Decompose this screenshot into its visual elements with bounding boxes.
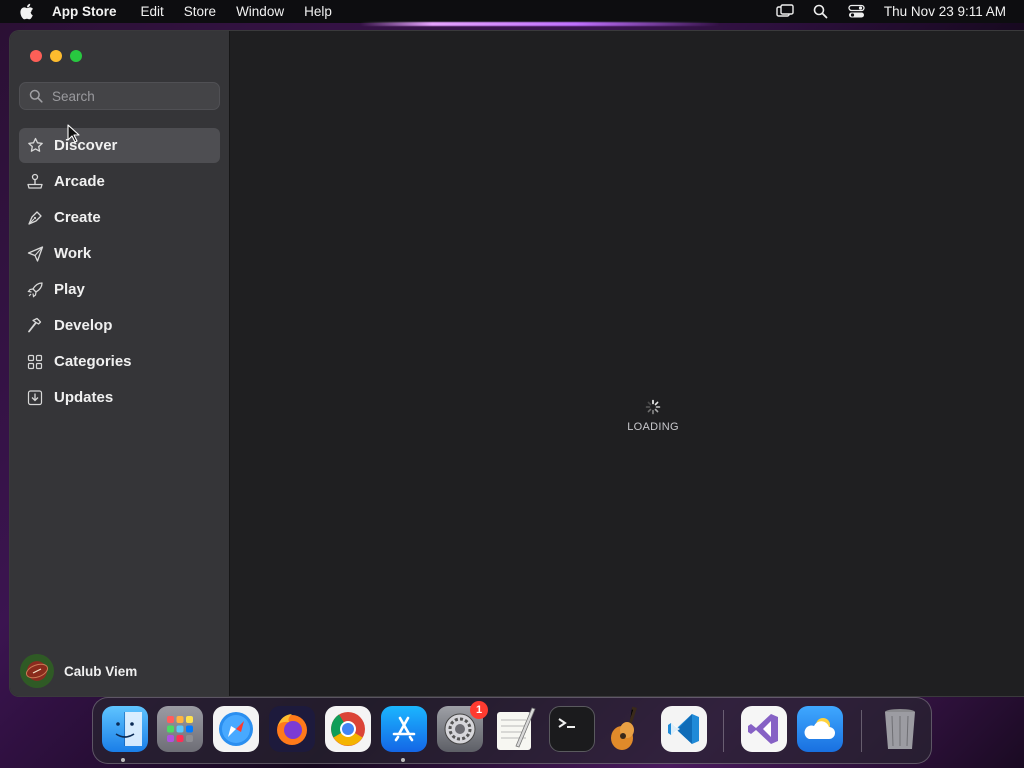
menu-store[interactable]: Store (184, 4, 216, 19)
dock-firefox-icon[interactable] (269, 706, 315, 752)
dock-separator (723, 710, 724, 752)
window-controls (30, 50, 82, 62)
user-name: Calub Viem (64, 663, 138, 679)
search-icon (29, 89, 43, 103)
control-center-icon[interactable] (848, 3, 866, 21)
sidebar-item-discover[interactable]: Discover (19, 128, 220, 163)
dock-system-settings-icon[interactable]: 1 (437, 701, 488, 752)
sidebar-item-work[interactable]: Work (19, 236, 220, 271)
sidebar-item-label: Create (54, 209, 101, 226)
grid-icon (26, 353, 44, 371)
sidebar-item-develop[interactable]: Develop (19, 308, 220, 343)
zoom-window-button[interactable] (70, 50, 82, 62)
loading-label: LOADING (627, 421, 679, 433)
sidebar-item-play[interactable]: Play (19, 272, 220, 307)
menu-window[interactable]: Window (236, 4, 284, 19)
joystick-icon (26, 173, 44, 191)
sidebar-item-updates[interactable]: Updates (19, 380, 220, 415)
rocket-icon (26, 281, 44, 299)
apple-menu-icon[interactable] (17, 3, 35, 21)
dock-separator (861, 710, 862, 752)
minimize-window-button[interactable] (50, 50, 62, 62)
dock-terminal-icon[interactable] (549, 706, 595, 752)
spotlight-search-icon[interactable] (812, 3, 830, 21)
hammer-icon (26, 317, 44, 335)
download-tray-icon (26, 389, 44, 407)
sidebar-item-create[interactable]: Create (19, 200, 220, 235)
dock-trash-icon[interactable] (877, 706, 923, 752)
menu-edit[interactable]: Edit (141, 4, 164, 19)
screen-mirroring-icon[interactable] (776, 3, 794, 21)
sidebar-item-label: Discover (54, 137, 118, 154)
dock-vscode-icon[interactable] (661, 706, 707, 752)
dock-safari-icon[interactable] (213, 706, 259, 752)
sidebar-item-label: Work (54, 245, 92, 262)
sidebar-item-label: Develop (54, 317, 113, 334)
dock-finder-icon[interactable] (102, 706, 148, 752)
menu-bar-clock[interactable]: Thu Nov 23 9:11 AM (884, 4, 1006, 19)
sidebar-item-label: Play (54, 281, 85, 298)
wallpaper-highlight (360, 22, 720, 26)
sidebar-item-label: Arcade (54, 173, 105, 190)
pen-nib-icon (26, 209, 44, 227)
dock-chrome-icon[interactable] (325, 706, 371, 752)
dock-app-store-icon[interactable] (381, 706, 427, 752)
running-indicator (121, 758, 125, 762)
mouse-pointer-icon (67, 124, 80, 143)
sidebar: Discover Arcade Create Work (10, 31, 230, 696)
sidebar-item-arcade[interactable]: Arcade (19, 164, 220, 199)
menu-app-name[interactable]: App Store (52, 4, 117, 19)
app-store-window: Discover Arcade Create Work (9, 30, 1024, 697)
dock-visual-studio-icon[interactable] (741, 706, 787, 752)
loading-indicator: LOADING (608, 399, 698, 433)
menu-help[interactable]: Help (304, 4, 332, 19)
avatar (20, 654, 54, 688)
sidebar-nav: Discover Arcade Create Work Play Develop… (19, 128, 220, 416)
dock-garageband-icon[interactable] (605, 706, 651, 752)
paper-plane-icon (26, 245, 44, 263)
notification-badge: 1 (470, 701, 488, 719)
search-input[interactable] (52, 88, 212, 104)
close-window-button[interactable] (30, 50, 42, 62)
account-button[interactable]: Calub Viem (20, 654, 137, 688)
star-icon (26, 137, 44, 155)
dock: 1 (92, 697, 932, 764)
running-indicator (401, 758, 405, 762)
dock-weather-icon[interactable] (797, 706, 843, 752)
menu-bar-status-area: Thu Nov 23 9:11 AM (776, 0, 1006, 23)
sidebar-item-label: Updates (54, 389, 114, 406)
dock-textedit-icon[interactable] (493, 706, 539, 752)
search-field[interactable] (19, 82, 220, 110)
spinner-icon (645, 399, 661, 415)
main-content: LOADING (231, 31, 1024, 696)
sidebar-item-label: Categories (54, 353, 132, 370)
sidebar-item-categories[interactable]: Categories (19, 344, 220, 379)
dock-launchpad-icon[interactable] (157, 706, 203, 752)
menu-bar: App Store Edit Store Window Help Thu Nov… (0, 0, 1024, 23)
